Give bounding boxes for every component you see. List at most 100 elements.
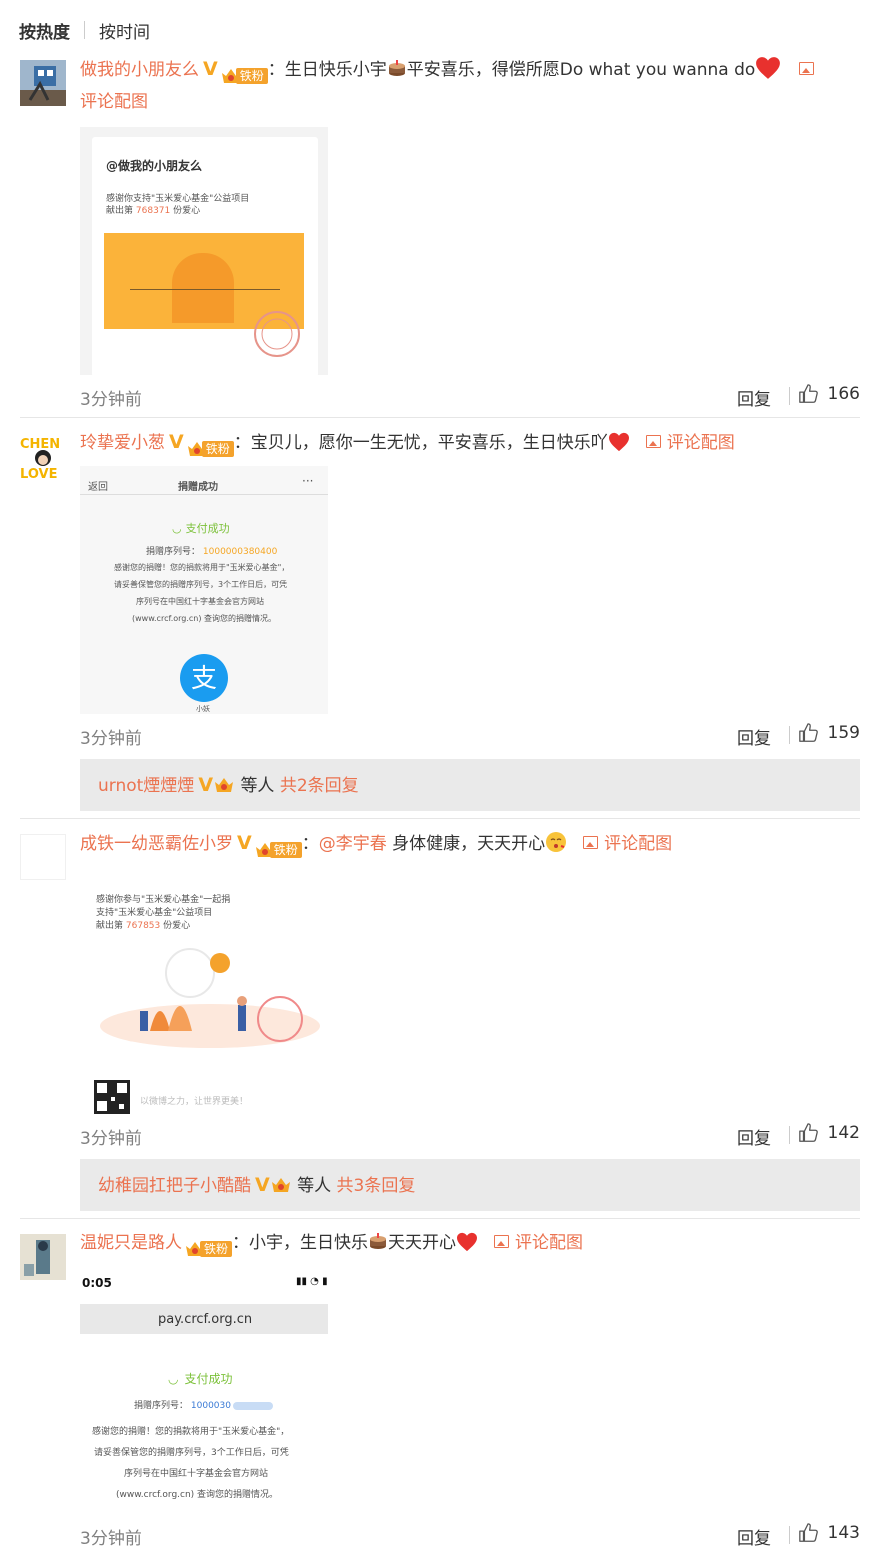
view-comment-image-link[interactable]: 评论配图: [583, 834, 672, 854]
crown-icon: [213, 775, 235, 795]
svg-text:支: 支: [191, 664, 217, 694]
comment-divider: [20, 417, 860, 418]
verified-v-icon: V: [198, 774, 214, 796]
reply-username[interactable]: urnot煙煙煙: [98, 776, 194, 796]
heart-emoji-icon: [755, 56, 781, 80]
pay-success-text: ◡ 支付成功: [172, 522, 230, 535]
view-comment-image-link[interactable]: 评论配图: [645, 433, 735, 453]
reply-button[interactable]: 回复: [737, 724, 771, 749]
qr-code-icon: [94, 1080, 130, 1114]
fan-tag-label: 铁粉: [201, 441, 234, 457]
username[interactable]: 做我的小朋友么: [80, 60, 199, 80]
username[interactable]: 温妮只是路人: [80, 1233, 182, 1253]
iron-fan-badge[interactable]: 铁粉: [184, 1233, 233, 1257]
comment-text: 生日快乐小宇: [284, 60, 387, 80]
comment-image[interactable]: @做我的小朋友么 感谢你支持"玉米爱心基金"公益项目 献出第 768371 份爱…: [80, 127, 328, 375]
image-icon: [583, 835, 599, 849]
image-back-label: 返回: [88, 482, 108, 493]
iron-fan-badge[interactable]: 铁粉: [254, 834, 302, 858]
cake-emoji-icon: [368, 1231, 388, 1251]
comment-divider: [20, 818, 860, 819]
image-text: 支持"玉米爱心基金"公益项目: [96, 908, 213, 918]
fan-tag-label: 铁粉: [269, 842, 302, 858]
image-text: 感谢你参与"玉米爱心基金"一起捐: [96, 895, 231, 905]
image-icon: [494, 1234, 510, 1248]
comment-image[interactable]: 感谢你参与"玉米爱心基金"一起捐 支持"玉米爱心基金"公益项目 献出第 7678…: [80, 866, 328, 1114]
tab-by-time[interactable]: 按时间: [99, 18, 150, 43]
image-text: 感谢您的捐赠！您的捐款将用于"玉米爱心基金"，: [114, 563, 290, 572]
image-text: 献出第 768371 份爱心: [106, 206, 201, 216]
svg-text:CHEN: CHEN: [20, 437, 60, 452]
thumbs-up-icon: [798, 722, 820, 744]
action-divider: [789, 387, 790, 405]
svg-text:LOVE: LOVE: [20, 467, 57, 480]
timestamp: 3分钟前: [80, 729, 142, 749]
thumbs-up-icon: [798, 1522, 820, 1544]
replies-count-link[interactable]: 共3条回复: [337, 1176, 416, 1196]
reply-button[interactable]: 回复: [737, 1524, 771, 1549]
avatar[interactable]: [20, 834, 66, 880]
verified-v-icon: V: [237, 832, 252, 854]
image-text: (www.crcf.org.cn) 查询您的捐赠情况。: [116, 1490, 279, 1500]
replies-suffix: 等人: [240, 776, 275, 796]
verified-v-icon: V: [203, 58, 218, 80]
tab-divider: [84, 21, 85, 39]
image-icon: [645, 434, 661, 448]
heart-emoji-icon: [456, 1232, 478, 1252]
comment-text-2: 天天开心: [388, 1233, 457, 1253]
heart-emoji-icon: [608, 432, 630, 452]
signal-icon: ▮▮ ◔ ▮: [296, 1276, 328, 1287]
comment-image[interactable]: 返回 捐赠成功 ··· ◡ 支付成功 捐赠序列号： 1000000380400 感…: [80, 466, 328, 714]
avatar[interactable]: [20, 1234, 66, 1280]
iron-fan-badge[interactable]: 铁粉: [186, 433, 234, 457]
image-url: pay.crcf.org.cn: [158, 1312, 253, 1327]
image-text: 献出第 767853 份爱心: [96, 921, 191, 931]
replies-count-link[interactable]: 共2条回复: [280, 776, 359, 796]
replies-summary[interactable]: 幼稚园扛把子小酷酷 V 等人 共3条回复: [80, 1159, 860, 1211]
kiss-emoji-icon: [546, 832, 567, 852]
avatar[interactable]: [20, 60, 66, 106]
tab-by-hot[interactable]: 按热度: [19, 18, 70, 43]
view-comment-image-link[interactable]: 评论配图: [80, 92, 148, 112]
comment-text: 身体健康，天天开心: [392, 834, 546, 854]
reply-button[interactable]: 回复: [737, 1124, 771, 1149]
thumbs-up-icon: [798, 383, 820, 405]
alipay-logo-icon: 支: [180, 654, 228, 702]
image-text: 序列号在中国红十字基金会官方网站: [124, 1469, 269, 1479]
view-comment-image-link[interactable]: 评论配图: [494, 1233, 583, 1253]
stamp-icon: [254, 311, 300, 357]
like-button[interactable]: 166: [798, 383, 860, 405]
replies-suffix: 等人: [297, 1176, 332, 1196]
action-divider: [789, 726, 790, 744]
pay-success-text: ◡ 支付成功: [168, 1372, 233, 1386]
comment-text-2: 平安喜乐，得偿所愿Do what you wanna do: [406, 60, 756, 80]
mention-link[interactable]: @李宇春: [319, 834, 387, 854]
comment-image[interactable]: 0:05 ▮▮ ◔ ▮ pay.crcf.org.cn ◡ 支付成功 捐赠序列号：…: [80, 1266, 328, 1514]
thumbs-up-icon: [798, 1122, 820, 1144]
iron-fan-badge[interactable]: 铁粉: [220, 60, 268, 84]
like-button[interactable]: 143: [798, 1522, 860, 1544]
replies-summary[interactable]: urnot煙煙煙 V 等人 共2条回复: [80, 759, 860, 811]
more-dots-icon: ···: [302, 474, 314, 488]
image-text: 序列号在中国红十字基金会官方网站: [136, 597, 264, 606]
timestamp: 3分钟前: [80, 1129, 142, 1149]
like-count: 143: [827, 1523, 860, 1543]
image-title: @做我的小朋友么: [106, 159, 203, 173]
timestamp: 3分钟前: [80, 1529, 142, 1549]
verified-v-icon: V: [169, 431, 184, 453]
like-count: 159: [827, 723, 860, 743]
image-text: 捐赠序列号： 1000000380400: [146, 547, 278, 557]
username[interactable]: 成铁一幼恶霸佐小罗: [80, 834, 233, 854]
image-caption: 以微博之力，让世界更美！: [140, 1097, 249, 1107]
image-clock: 0:05: [82, 1276, 112, 1290]
username[interactable]: 玲挚爱小葱: [80, 433, 165, 453]
avatar[interactable]: CHEN LOVE: [20, 434, 66, 480]
image-text: 感谢您的捐赠！您的捐款将用于"玉米爱心基金"，: [92, 1427, 290, 1437]
reply-button[interactable]: 回复: [737, 385, 771, 410]
like-button[interactable]: 142: [798, 1122, 860, 1144]
like-button[interactable]: 159: [798, 722, 860, 744]
comment-text: 小宇，生日快乐: [249, 1233, 369, 1253]
timestamp: 3分钟前: [80, 390, 142, 410]
action-divider: [789, 1126, 790, 1144]
reply-username[interactable]: 幼稚园扛把子小酷酷: [98, 1176, 251, 1196]
